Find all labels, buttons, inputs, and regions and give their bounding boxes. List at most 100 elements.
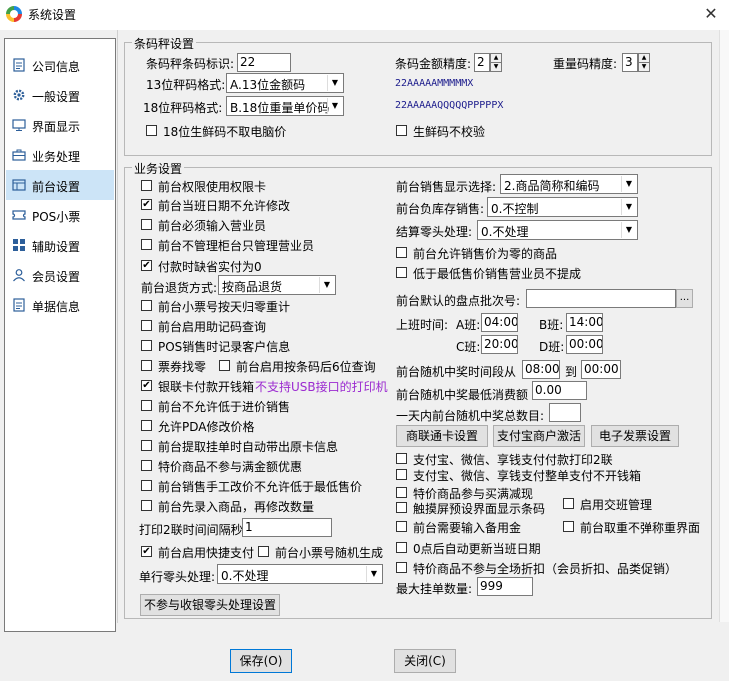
save-button[interactable]: 保存(O) [230, 649, 292, 673]
chevron-down-icon[interactable]: ▼ [319, 277, 334, 293]
settle-zero-select[interactable]: 0.不处理 ▼ [477, 220, 638, 240]
sidebar-item-label: 公司信息 [32, 60, 81, 74]
amount-precision-label: 条码金额精度: [395, 57, 472, 71]
lottery-to-input[interactable]: 00:00 [581, 360, 621, 379]
sidebar-item-label: 辅助设置 [32, 240, 81, 254]
vertical-scrollbar[interactable] [719, 30, 729, 622]
lottery-min-input[interactable]: 0.00 [532, 381, 587, 400]
fmt13-pattern: 22AAAAAMMMMMX [395, 78, 474, 89]
barcode-id-input[interactable]: 22 [237, 53, 291, 72]
spin-down-icon[interactable]: ▼ [490, 62, 502, 72]
lottery-count-input[interactable] [549, 403, 581, 422]
chevron-down-icon[interactable]: ▼ [621, 176, 636, 192]
gear-icon [13, 89, 25, 101]
monitor-icon [12, 119, 26, 131]
single-zero-label: 单行零头处理: [139, 570, 216, 584]
shanglian-card-button[interactable]: 商联通卡设置 [396, 425, 488, 447]
chevron-down-icon[interactable]: ▼ [621, 222, 636, 238]
sidebar-item-company[interactable]: 公司信息 [6, 50, 114, 80]
neg-stock-select[interactable]: 0.不控制 ▼ [487, 197, 638, 217]
chevron-down-icon[interactable]: ▼ [327, 98, 342, 114]
alipay-activate-button[interactable]: 支付宝商户激活 [493, 425, 585, 447]
close-icon[interactable]: ✕ [701, 4, 721, 24]
amount-precision-value[interactable]: 2 [474, 53, 490, 72]
weight-precision-value[interactable]: 3 [622, 53, 638, 72]
fmt13-value: A.13位金额码 [230, 78, 306, 92]
sidebar-item-label: 前台设置 [32, 180, 81, 194]
sidebar-item-document[interactable]: 单据信息 [6, 290, 114, 320]
shift-c-label: C班: [456, 340, 481, 354]
briefcase-icon [12, 149, 26, 161]
sidebar-item-label: 界面显示 [32, 120, 81, 134]
sidebar-item-label: 会员设置 [32, 270, 81, 284]
display-sel-value: 2.商品简称和编码 [504, 179, 600, 193]
window-icon [12, 179, 26, 191]
settle-zero-label: 结算零头处理: [396, 225, 473, 239]
barcode-scale-legend: 条码秤设置 [132, 35, 197, 52]
display-sel-label: 前台销售显示选择: [396, 180, 497, 194]
no-cashier-zero-button[interactable]: 不参与收银零头处理设置 [140, 594, 280, 616]
close-button[interactable]: 关闭(C) [394, 649, 456, 673]
single-zero-value: 0.不处理 [221, 569, 269, 583]
single-zero-select[interactable]: 0.不处理 ▼ [217, 564, 383, 584]
return-mode-select[interactable]: 按商品退货 ▼ [218, 275, 336, 295]
fmt13-label: 13位秤码格式: [146, 78, 226, 92]
sidebar-item-label: 单据信息 [32, 300, 81, 314]
lottery-from-input[interactable]: 08:00 [522, 360, 560, 379]
user-icon [13, 269, 25, 282]
lottery-to-label: 到 [565, 365, 578, 379]
shift-d-label: D班: [539, 340, 565, 354]
shift-a-input[interactable]: 04:00 [481, 313, 518, 332]
lottery-min-label: 前台随机中奖最低消费额 [396, 388, 529, 402]
spin-down-icon[interactable]: ▼ [638, 62, 650, 72]
sidebar-item-label: 业务处理 [32, 150, 81, 164]
sidebar-item-business[interactable]: 业务处理 [6, 140, 114, 170]
window-title: 系统设置 [28, 8, 77, 22]
app-logo-icon [6, 6, 22, 22]
title-bar: 系统设置 ✕ [0, 0, 729, 30]
business-legend: 业务设置 [132, 160, 185, 177]
display-sel-select[interactable]: 2.商品简称和编码 ▼ [500, 174, 638, 194]
settle-zero-value: 0.不处理 [481, 225, 529, 239]
fmt18-select[interactable]: B.18位重量单价码 ▼ [226, 96, 344, 116]
lottery-count-label: 一天内前台随机中奖总数目: [396, 409, 545, 423]
fmt18-value: B.18位重量单价码 [230, 101, 330, 115]
document-icon [13, 298, 25, 312]
stocktake-label: 前台默认的盘点批次号: [396, 294, 521, 308]
fmt18-pattern: 22AAAAAQQQQQPPPPPX [395, 100, 504, 111]
fmt18-label: 18位秤码格式: [143, 101, 223, 115]
chevron-down-icon[interactable]: ▼ [366, 566, 381, 582]
chevron-down-icon[interactable]: ▼ [621, 199, 636, 215]
print2-interval-input[interactable]: 1 [242, 518, 332, 537]
neg-stock-value: 0.不控制 [491, 202, 539, 216]
shift-label: 上班时间: [396, 318, 449, 332]
shift-c-input[interactable]: 20:00 [481, 335, 518, 354]
sidebar: 公司信息 一般设置 界面显示 业务处理 前台设置 POS小票 辅助设置 会员设置… [4, 38, 116, 632]
stocktake-input[interactable] [526, 289, 676, 308]
shift-b-label: B班: [539, 318, 564, 332]
sidebar-item-general[interactable]: 一般设置 [6, 80, 114, 110]
grid-icon [13, 239, 25, 251]
fmt13-select[interactable]: A.13位金额码 ▼ [226, 73, 344, 93]
shift-a-label: A班: [456, 318, 481, 332]
sidebar-item-label: POS小票 [32, 210, 81, 224]
lottery-period-label: 前台随机中奖时间段从 [396, 365, 517, 379]
einvoice-button[interactable]: 电子发票设置 [591, 425, 679, 447]
print2-interval-label: 打印2联时间间隔秒 [139, 523, 243, 537]
shift-d-input[interactable]: 00:00 [566, 335, 603, 354]
sidebar-item-member[interactable]: 会员设置 [6, 260, 114, 290]
weight-precision-label: 重量码精度: [553, 57, 618, 71]
sidebar-item-label: 一般设置 [32, 90, 81, 104]
sidebar-item-display[interactable]: 界面显示 [6, 110, 114, 140]
shift-b-input[interactable]: 14:00 [566, 313, 603, 332]
barcode-id-label: 条码秤条码标识: [146, 57, 235, 71]
max-hang-input[interactable]: 999 [477, 577, 533, 596]
sidebar-item-frontdesk[interactable]: 前台设置 [6, 170, 114, 200]
neg-stock-label: 前台负库存销售: [396, 202, 485, 216]
sidebar-item-auxiliary[interactable]: 辅助设置 [6, 230, 114, 260]
ticket-icon [12, 210, 26, 220]
sidebar-item-pos-ticket[interactable]: POS小票 [6, 200, 114, 230]
stocktake-browse-button[interactable]: ... [676, 289, 693, 308]
chevron-down-icon[interactable]: ▼ [327, 75, 342, 91]
unionpay-usb-note: 不支持USB接口的打印机 [255, 380, 388, 394]
